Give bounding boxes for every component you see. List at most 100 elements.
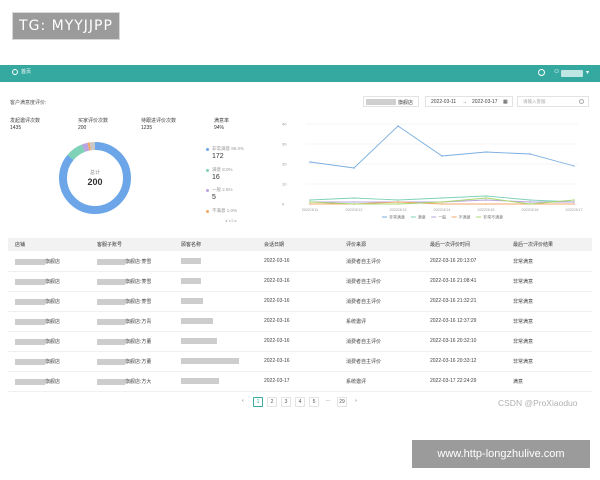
blurred-text [181,318,213,324]
blurred-text [15,278,45,285]
x-tick-label: 2022/3/11 [302,208,319,212]
y-tick-label: 30 [282,142,287,147]
cell-source: 系统邀评 [346,379,367,385]
cell-source: 系统邀评 [346,319,367,325]
cell-customer [181,278,201,284]
cell-source: 消费者自主评价 [346,339,382,345]
blurred-text [181,258,201,264]
legend-label: 不满意 1.0% [212,208,238,213]
data-point [485,195,487,197]
col-header-customer: 顾客名称 [181,242,202,248]
table-row[interactable]: 旗舰店 旗舰店:方董 2022-03-16 消费者自主评价 2022-03-16… [8,352,592,372]
stat-value-pending: 1235 [141,125,153,131]
home-menu[interactable]: 首页 [12,68,31,75]
stat-value-invites: 1435 [10,125,22,131]
table-row[interactable]: 旗舰店 旗舰店:菱雪 2022-03-16 消费者自主评价 2022-03-16… [8,272,592,292]
pagination-page-4[interactable]: 4 [295,397,305,407]
stat-label-invites: 发起邀评次数 [10,118,41,124]
chevron-down-icon[interactable]: ▾ [586,69,589,76]
cell-last-time: 2022-03-16 20:33:12 [430,358,477,364]
store-select-suffix: 旗舰店 [398,100,414,106]
table-row[interactable]: 旗舰店 旗舰店:菱雪 2022-03-16 消费者自主评价 2022-03-16… [8,252,592,272]
col-header-date: 会话日期 [264,242,285,248]
pagination-page-2[interactable]: 2 [267,397,277,407]
home-menu-label: 首页 [21,69,32,75]
data-point [485,199,487,201]
cell-source: 消费者自主评价 [346,299,382,305]
legend-entry: 非常不满意 [483,214,503,220]
cell-last-result: 非常满意 [513,279,534,285]
date-separator: → [462,99,467,105]
home-icon [12,68,18,75]
cell-last-time: 2022-03-16 20:32:10 [430,338,477,344]
cell-source: 消费者自主评价 [346,279,382,285]
agent-search-input[interactable]: 请输入客服 [517,96,589,107]
cell-agent: 旗舰店:方董 [97,338,151,345]
stat-value-reviews: 200 [78,125,87,131]
search-icon[interactable] [579,99,584,104]
data-point [353,167,355,169]
cell-store: 旗舰店 [15,378,60,385]
legend-dot [206,210,209,213]
table-row[interactable]: 旗舰店 旗舰店:方青 2022-03-16 系统邀评 2022-03-16 12… [8,312,592,332]
y-tick-label: 0 [282,202,285,207]
legend-value: 5 [212,194,216,201]
table-row[interactable]: 旗舰店 旗舰店:方董 2022-03-16 消费者自主评价 2022-03-16… [8,332,592,352]
user-icon[interactable]: ☺ [553,68,560,75]
data-point [485,197,487,199]
legend-item-neutral[interactable]: 一般 2.5% 5 [206,187,266,203]
stat-label-pending: 待跟进评价次数 [141,118,177,124]
store-select[interactable]: 旗舰店 [363,96,419,107]
user-name-blurred[interactable] [561,70,583,77]
legend-entry: 非常满意 [389,214,405,220]
data-point [309,201,311,203]
x-tick-label: 2022/3/14 [434,208,451,212]
daily-satisfaction-line-chart: 0 10 20 30 40 2022/3/11 2022/3/12 2022/3/13 2022… [270,118,590,228]
cell-last-result: 非常满意 [513,259,534,265]
col-header-last-time: 最后一次评价时间 [430,242,471,248]
legend-item-very-satisfied[interactable]: 非常满意 86.0% 172 [206,146,266,162]
x-tick-label: 2022/3/15 [478,208,495,212]
legend-item-satisfied[interactable]: 满意 8.0% 16 [206,167,266,183]
pagination-page-last[interactable]: 29 [337,397,347,407]
pagination-ellipsis[interactable]: ··· [323,397,333,407]
blurred-text [15,358,45,365]
watermark-tg: TG: MYYJJPP [12,12,120,40]
data-point [397,201,399,203]
blurred-text [181,298,203,304]
data-point [309,203,311,205]
data-point [529,153,531,155]
clock-icon[interactable] [538,69,545,76]
pagination-page-3[interactable]: 3 [281,397,291,407]
blurred-text [181,378,219,384]
table-row[interactable]: 旗舰店 旗舰店:方大 2022-03-17 系统邀评 2022-03-17 22… [8,372,592,392]
data-point [441,197,443,199]
data-point [309,199,311,201]
cell-store: 旗舰店 [15,338,60,345]
legend-pagination[interactable]: ◂ 1/2 ▸ [225,218,237,223]
donut-center-label: 总计 [89,170,100,176]
blurred-text [181,278,201,284]
date-range-picker[interactable]: 2022-03-11 → 2022-03-17 ▦ [425,96,513,107]
cell-date: 2022-03-17 [264,378,290,384]
cell-date: 2022-03-16 [264,298,290,304]
pagination-prev[interactable]: ‹ [238,397,248,407]
legend-item-dissatisfied[interactable]: 不满意 1.0% [206,208,266,216]
cell-customer [181,378,219,384]
pagination-page-1[interactable]: 1 [253,397,263,407]
stat-label-reviews: 买家评价次数 [78,118,109,124]
x-tick-label: 2022/3/12 [346,208,363,212]
data-point [309,161,311,163]
x-tick-label: 2022/3/16 [522,208,539,212]
data-point [441,155,443,157]
cell-last-result: 满意 [513,379,524,385]
table-row[interactable]: 旗舰店 旗舰店:菱雪 2022-03-16 消费者自主评价 2022-03-16… [8,292,592,312]
pagination-page-5[interactable]: 5 [309,397,319,407]
cell-store: 旗舰店 [15,318,60,325]
data-point [397,203,399,205]
legend-dot [206,148,209,151]
pagination-next[interactable]: › [351,397,361,407]
series-line-满意 [309,195,575,203]
date-start: 2022-03-11 [431,99,457,105]
cell-source: 消费者自主评价 [346,259,382,265]
